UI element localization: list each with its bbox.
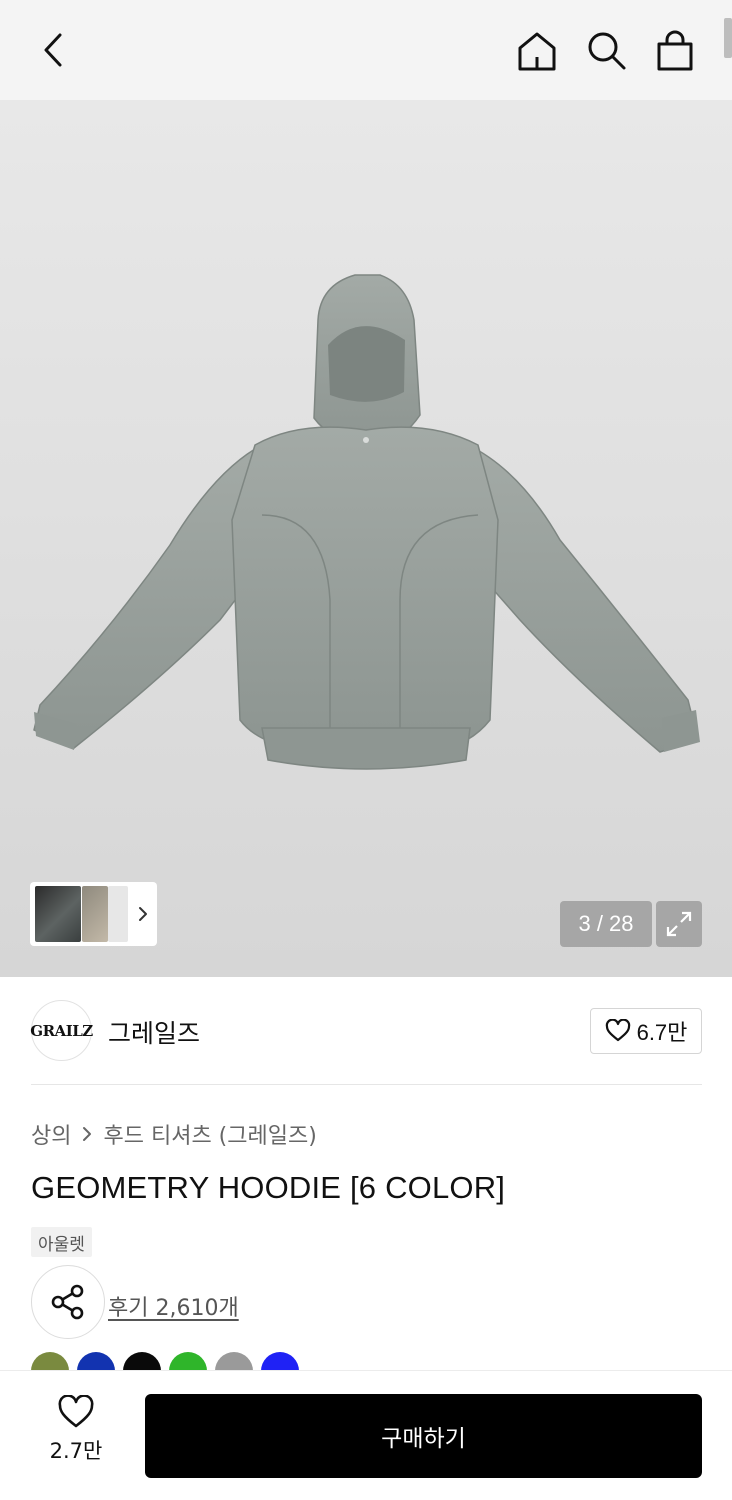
shopping-bag-icon: [657, 30, 693, 71]
back-button[interactable]: [30, 28, 78, 72]
thumbnail-image[interactable]: [82, 886, 108, 942]
home-button[interactable]: [512, 26, 562, 76]
search-icon: [588, 32, 626, 70]
expand-icon: [666, 911, 692, 937]
wishlist-button[interactable]: 2.7만: [40, 1395, 112, 1475]
cart-button[interactable]: [650, 26, 700, 76]
hoodie-product-image: [33, 274, 700, 770]
divider: [31, 1084, 702, 1085]
breadcrumb-item-subcategory[interactable]: 후드 티셔츠 (그레일즈): [103, 1118, 316, 1150]
expand-button[interactable]: [656, 901, 702, 947]
chevron-right-icon: [83, 1127, 92, 1141]
chevron-left-icon: [44, 33, 62, 67]
image-counter: 3 / 28: [560, 901, 652, 947]
brand-logo-text: GRAILZ: [30, 1021, 93, 1040]
breadcrumb-item-category[interactable]: 상의: [31, 1118, 71, 1150]
product-image-gallery[interactable]: 3 / 28: [0, 100, 732, 977]
product-title: GEOMETRY HOODIE [6 COLOR]: [31, 1170, 506, 1205]
outlet-tag: 아울렛: [31, 1227, 92, 1257]
brand-like-count: 6.7만: [636, 1020, 688, 1045]
top-navigation-bar: [0, 0, 732, 100]
bottom-purchase-bar: 2.7만 구매하기: [0, 1370, 732, 1500]
share-icon: [51, 1284, 84, 1320]
share-button[interactable]: [31, 1265, 105, 1339]
search-button[interactable]: [582, 26, 630, 74]
home-icon: [518, 32, 556, 71]
brand-like-button[interactable]: 6.7만: [590, 1008, 702, 1054]
thumbnail-strip[interactable]: [30, 882, 157, 946]
heart-outline-icon: [605, 1019, 630, 1042]
thumbnail-image[interactable]: [35, 886, 81, 942]
brand-logo[interactable]: GRAILZ: [30, 1000, 93, 1061]
brand-name[interactable]: 그레일즈: [108, 1014, 200, 1050]
scrollbar-thumb[interactable]: [724, 18, 732, 58]
thumbnail-image[interactable]: [108, 886, 128, 942]
breadcrumb: 상의 후드 티셔츠 (그레일즈): [31, 1118, 317, 1150]
heart-outline-icon: [58, 1395, 94, 1428]
buy-button[interactable]: 구매하기: [145, 1394, 702, 1478]
chevron-right-icon[interactable]: [134, 902, 152, 926]
review-count-link[interactable]: 후기 2,610개: [108, 1290, 239, 1322]
wishlist-count: 2.7만: [49, 1439, 103, 1463]
